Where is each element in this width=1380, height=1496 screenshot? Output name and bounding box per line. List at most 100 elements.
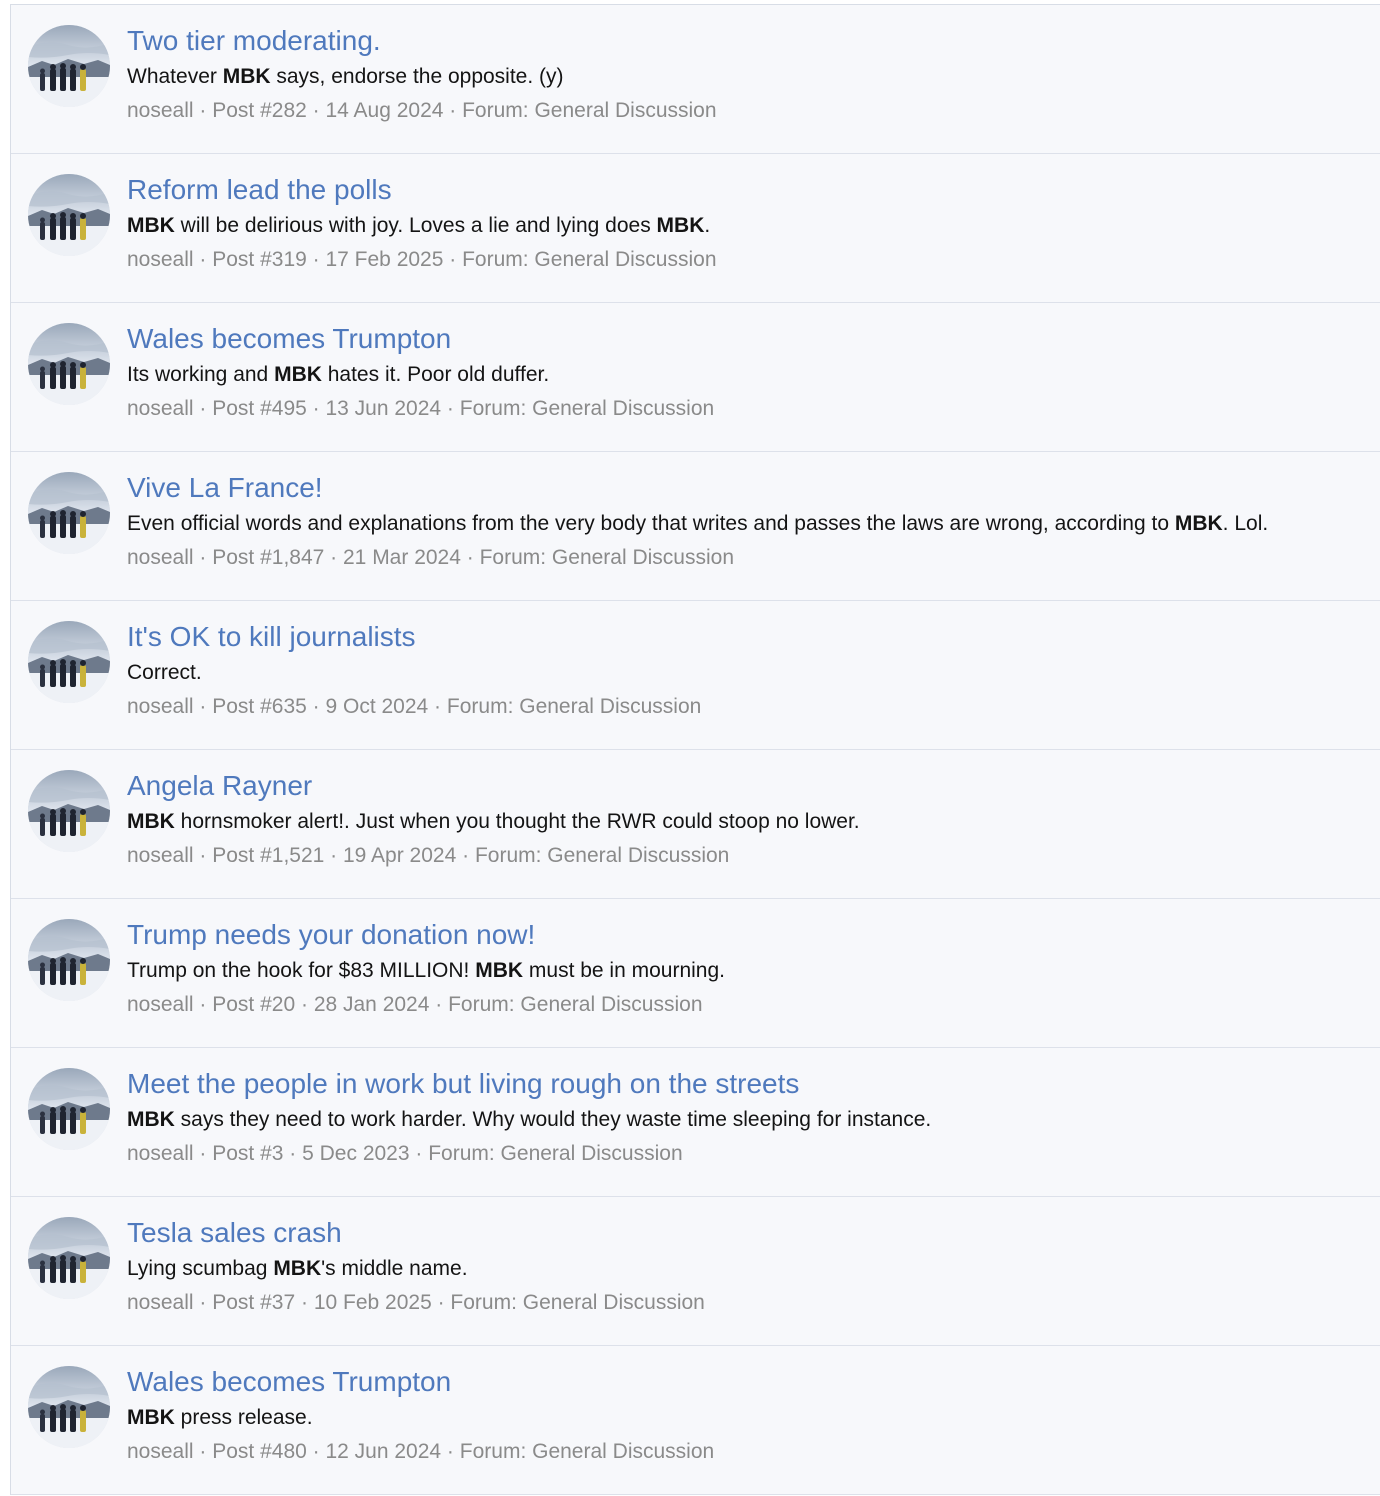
result-body: Meet the people in work but living rough… [127,1066,1371,1168]
post-number-link[interactable]: Post #1,521 [212,844,324,867]
avatar-photo-icon [28,770,110,852]
forum-link[interactable]: Forum: General Discussion [428,1142,682,1165]
avatar-photo-icon [28,472,110,554]
avatar-photo-icon [28,323,110,405]
post-date: 17 Feb 2025 [325,248,444,271]
forum-link[interactable]: Forum: General Discussion [475,844,729,867]
post-date: 14 Aug 2024 [325,99,444,122]
user-avatar[interactable] [28,919,110,1001]
author-link[interactable]: noseall [127,695,194,718]
result-meta: noseall · Post #635 · 9 Oct 2024 · Forum… [127,693,1371,721]
result-body: Trump needs your donation now! Trump on … [127,917,1371,1019]
meta-separator: · [295,993,314,1016]
post-number-link[interactable]: Post #3 [212,1142,283,1165]
post-number-link[interactable]: Post #282 [212,99,307,122]
snippet-text: hates it. Poor old duffer. [321,363,550,386]
avatar-photo-icon [28,1366,110,1448]
meta-separator: · [295,1291,314,1314]
result-meta: noseall · Post #3 · 5 Dec 2023 · Forum: … [127,1140,1371,1168]
thread-title-link[interactable]: Angela Rayner [127,768,1371,804]
meta-separator: · [441,1440,460,1463]
thread-title-link[interactable]: Wales becomes Trumpton [127,1364,1371,1400]
meta-separator: · [324,546,343,569]
forum-link[interactable]: Forum: General Discussion [460,397,714,420]
author-link[interactable]: noseall [127,993,194,1016]
user-avatar[interactable] [28,472,110,554]
meta-separator: · [429,993,449,1016]
user-avatar[interactable] [28,1366,110,1448]
highlight-term: MBK [1174,512,1223,535]
snippet-text: Trump on the hook for $83 MILLION! [127,959,476,982]
thread-title-link[interactable]: Meet the people in work but living rough… [127,1066,1371,1102]
thread-title-link[interactable]: Wales becomes Trumpton [127,321,1371,357]
snippet-text: says, endorse the opposite. (y) [270,65,564,88]
post-snippet: MBK says they need to work harder. Why w… [127,1106,1371,1134]
snippet-text: Even official words and explanations fro… [127,512,1175,535]
thread-title-link[interactable]: Reform lead the polls [127,172,1371,208]
highlight-term: MBK [656,214,705,237]
post-number-link[interactable]: Post #20 [212,993,295,1016]
author-link[interactable]: noseall [127,397,194,420]
thread-title-link[interactable]: Trump needs your donation now! [127,917,1371,953]
result-body: It's OK to kill journalists Correct. nos… [127,619,1371,721]
meta-separator: · [306,248,326,271]
forum-link[interactable]: Forum: General Discussion [460,1440,714,1463]
search-result-item: Reform lead the polls MBK will be deliri… [11,154,1380,303]
post-snippet: MBK press release. [127,1404,1371,1432]
snippet-text: Its working and [127,363,275,386]
meta-separator: · [431,1291,451,1314]
result-meta: noseall · Post #1,847 · 21 Mar 2024 · Fo… [127,544,1371,572]
author-link[interactable]: noseall [127,546,194,569]
result-meta: noseall · Post #282 · 14 Aug 2024 · Foru… [127,97,1371,125]
user-avatar[interactable] [28,1068,110,1150]
post-date: 28 Jan 2024 [313,993,430,1016]
user-avatar[interactable] [28,621,110,703]
thread-title-link[interactable]: It's OK to kill journalists [127,619,1371,655]
post-snippet: Whatever MBK says, endorse the opposite.… [127,63,1371,91]
post-snippet: Its working and MBK hates it. Poor old d… [127,361,1371,389]
forum-link[interactable]: Forum: General Discussion [462,248,716,271]
meta-separator: · [306,695,326,718]
user-avatar[interactable] [28,174,110,256]
post-number-link[interactable]: Post #480 [212,1440,307,1463]
author-link[interactable]: noseall [127,1291,194,1314]
search-result-item: Trump needs your donation now! Trump on … [11,899,1380,1048]
meta-separator: · [306,1440,326,1463]
meta-separator: · [283,1142,303,1165]
highlight-term: MBK [127,810,175,833]
result-body: Wales becomes Trumpton Its working and M… [127,321,1371,423]
meta-separator: · [409,1142,429,1165]
forum-link[interactable]: Forum: General Discussion [450,1291,704,1314]
post-number-link[interactable]: Post #1,847 [212,546,324,569]
post-snippet: MBK will be delirious with joy. Loves a … [127,212,1371,240]
author-link[interactable]: noseall [127,248,194,271]
user-avatar[interactable] [28,770,110,852]
avatar-photo-icon [28,174,110,256]
forum-link[interactable]: Forum: General Discussion [448,993,702,1016]
user-avatar[interactable] [28,25,110,107]
forum-link[interactable]: Forum: General Discussion [480,546,734,569]
author-link[interactable]: noseall [127,1142,194,1165]
meta-separator: · [443,99,463,122]
post-number-link[interactable]: Post #495 [212,397,307,420]
thread-title-link[interactable]: Tesla sales crash [127,1215,1371,1251]
author-link[interactable]: noseall [127,844,194,867]
thread-title-link[interactable]: Vive La France! [127,470,1371,506]
post-number-link[interactable]: Post #37 [212,1291,295,1314]
user-avatar[interactable] [28,323,110,405]
meta-separator: · [443,248,463,271]
post-number-link[interactable]: Post #319 [212,248,307,271]
user-avatar[interactable] [28,1217,110,1299]
meta-separator: · [193,546,213,569]
forum-link[interactable]: Forum: General Discussion [447,695,701,718]
forum-link[interactable]: Forum: General Discussion [462,99,716,122]
author-link[interactable]: noseall [127,1440,194,1463]
avatar-photo-icon [28,919,110,1001]
thread-title-link[interactable]: Two tier moderating. [127,23,1371,59]
post-snippet: MBK hornsmoker alert!. Just when you tho… [127,808,1371,836]
post-number-link[interactable]: Post #635 [212,695,307,718]
post-date: 9 Oct 2024 [325,695,429,718]
search-result-item: Two tier moderating. Whatever MBK says, … [11,5,1380,154]
author-link[interactable]: noseall [127,99,194,122]
avatar-photo-icon [28,1068,110,1150]
